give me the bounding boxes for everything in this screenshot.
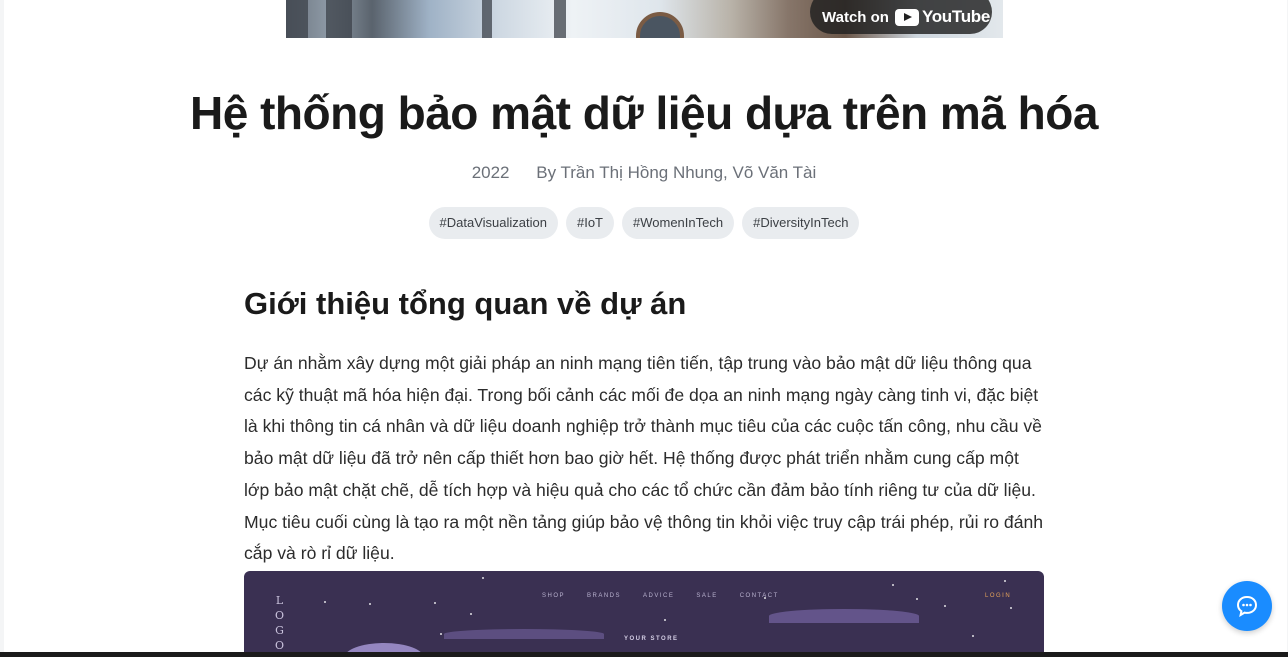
tag-chip[interactable]: #IoT — [565, 207, 614, 239]
article-year: 2022 — [471, 163, 510, 182]
preview-cloud — [344, 643, 424, 652]
project-preview-image: L O G O SHOP BRANDS ADVICE SALE CONTACT … — [244, 571, 1044, 652]
preview-hill — [444, 629, 604, 639]
youtube-wordmark: YouTube — [921, 7, 991, 26]
youtube-video-embed[interactable]: Watch on YouTube — [286, 0, 1003, 38]
tag-list: #DataVisualization #IoT #WomenInTech #Di… — [4, 207, 1284, 239]
tag-chip[interactable]: #DataVisualization — [428, 207, 558, 239]
preview-login: LOGIN — [985, 593, 1012, 599]
youtube-play-icon — [894, 8, 919, 26]
youtube-logo: YouTube — [894, 7, 991, 27]
tag-chip[interactable]: #DiversityInTech — [742, 207, 860, 239]
section-title: Giới thiệu tổng quan về dự án — [244, 286, 687, 321]
preview-logo: L O G O — [274, 594, 286, 652]
page: Watch on YouTube Hệ thống bảo mật dữ liệ… — [4, 0, 1287, 652]
preview-nav: SHOP BRANDS ADVICE SALE CONTACT — [542, 593, 779, 599]
preview-hill — [769, 609, 919, 623]
article-meta: 2022 By Trần Thị Hồng Nhung, Võ Văn Tài — [4, 163, 1284, 183]
intro-paragraph: Dự án nhằm xây dựng một giải pháp an nin… — [244, 353, 1044, 564]
tag-chip[interactable]: #WomenInTech — [622, 207, 735, 239]
article-authors: By Trần Thị Hồng Nhung, Võ Văn Tài — [536, 163, 817, 182]
building-arch — [636, 12, 684, 38]
watch-on-youtube-button[interactable]: Watch on YouTube — [810, 0, 992, 34]
article-title: Hệ thống bảo mật dữ liệu dựa trên mã hóa — [190, 87, 1098, 139]
preview-store-label: YOUR STORE — [624, 636, 679, 642]
chat-bubble-icon — [1236, 595, 1258, 617]
chat-button[interactable] — [1222, 581, 1272, 631]
bottom-edge — [0, 652, 1288, 657]
watch-on-label: Watch on — [822, 8, 889, 26]
